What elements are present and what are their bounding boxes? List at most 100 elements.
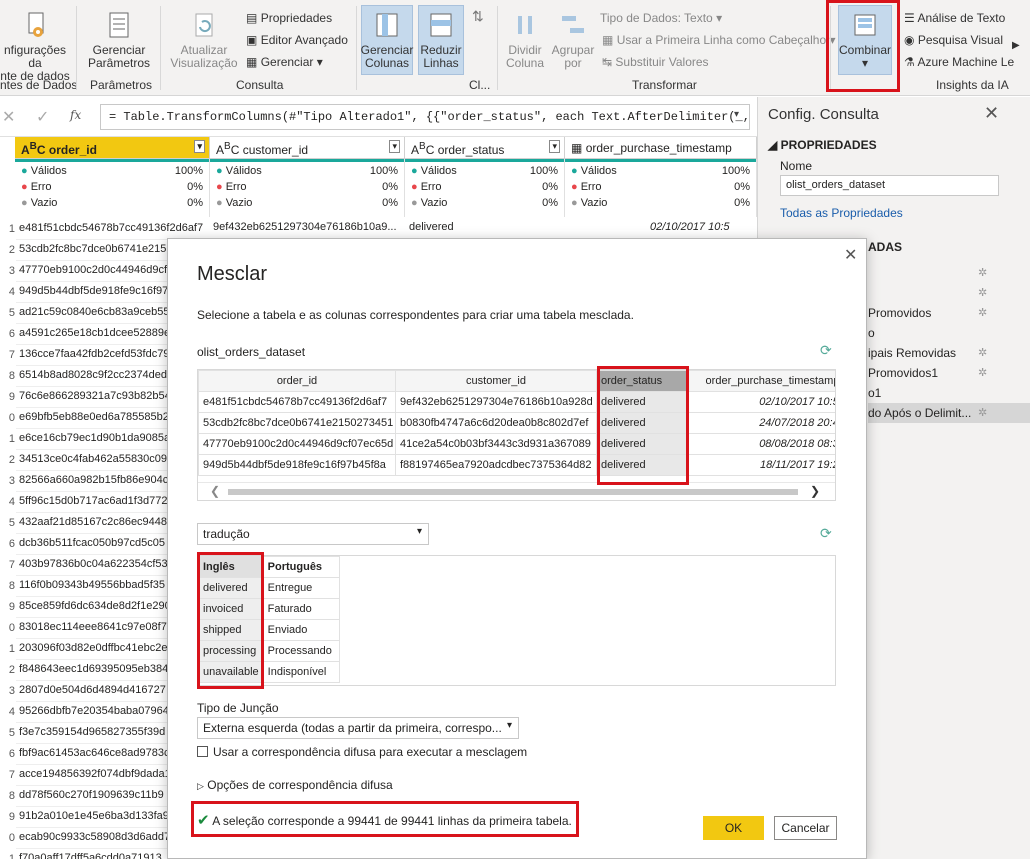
confirm-formula-icon[interactable]: ✓ (36, 107, 49, 127)
scroll-left-icon[interactable]: ❮ (210, 484, 220, 498)
first-table-cell[interactable]: 02/10/2017 10:56:3 (686, 391, 835, 413)
formula-expand-icon[interactable]: ▾ (734, 109, 739, 120)
row-number: 5 (8, 307, 15, 319)
formula-input[interactable]: = Table.TransformColumns(#"Tipo Alterado… (100, 104, 750, 130)
first-table-cell[interactable]: f88197465ea7920adcdbec7375364d82 (395, 454, 597, 476)
manage-parameters-button[interactable]: Gerenciar Parâmetros (80, 10, 158, 70)
second-table-select-value: tradução (203, 527, 250, 541)
panel-title: Config. Consulta (768, 106, 879, 123)
group-by-button[interactable]: Agrupar por (550, 10, 596, 70)
refresh-preview-button[interactable]: Atualizar Visualização (164, 10, 244, 70)
properties-label: Propriedades (260, 11, 333, 25)
second-table-cell[interactable]: Processando (262, 640, 340, 662)
first-table-cell[interactable]: b0830fb4747a6c6d20dea0b8c802d7ef (395, 412, 597, 434)
manage-columns-button[interactable]: Gerenciar Colunas (360, 10, 414, 70)
fuzzy-match-checkbox[interactable] (197, 746, 208, 757)
horizontal-scrollbar[interactable]: ❮ ❯ (198, 482, 835, 500)
text-analytics-button[interactable]: ☰ Análise de Texto (904, 11, 1005, 25)
advanced-editor-button[interactable]: ▣ Editor Avançado (246, 33, 348, 47)
column-header-timestamp[interactable]: ▦ order_purchase_timestamp (565, 137, 757, 159)
refresh-preview-icon[interactable]: ⟳ (820, 342, 832, 359)
column-quality-order-status: ● Válidos 100% ● Erro 0% ● Vazio 0% (405, 159, 565, 217)
column-quality-order-id: ● Válidos 100% ● Erro 0% ● Vazio 0% (15, 159, 210, 217)
ok-button[interactable]: OK (703, 816, 764, 840)
row-number: 2 (8, 664, 15, 676)
split-column-label: Dividir Coluna (505, 43, 545, 70)
applied-step[interactable]: o (868, 323, 998, 343)
column-header-order-status[interactable]: ABC order_status ▾ (405, 137, 565, 159)
step-settings-gear-icon[interactable]: ✲ (978, 366, 987, 379)
order-id-cell[interactable]: e481f51cbdc54678b7cc49136f2d6af7 (16, 218, 210, 240)
first-table-cell[interactable]: 18/11/2017 19:28:0 (686, 454, 835, 476)
row-number: 1 (8, 433, 15, 445)
first-table-cell[interactable]: 41ce2a54c0b03bf3443c3d931a367089 (395, 433, 597, 455)
second-table-preview: Inglês Português delivered Entregue invoiced… (197, 555, 836, 686)
close-dialog-icon[interactable]: ✕ (844, 245, 857, 265)
query-name-input[interactable]: olist_orders_dataset (780, 175, 999, 196)
collapse-icon[interactable]: ◢ (768, 138, 777, 152)
second-table-cell[interactable]: Entregue (262, 577, 340, 599)
data-source-settings-button[interactable]: nfigurações da nte de dados (0, 10, 74, 83)
first-table-header[interactable]: order_id (198, 370, 396, 392)
reduce-rows-button[interactable]: Reduzir Linhas (416, 10, 466, 70)
first-table-header[interactable]: order_purchase_timestamp (686, 370, 835, 392)
scrollbar-thumb[interactable] (228, 489, 798, 495)
column-header-customer-id[interactable]: ABC customer_id ▾ (210, 137, 405, 159)
data-type-dropdown[interactable]: Tipo de Dados: Texto ▾ (600, 11, 722, 25)
first-table-cell[interactable]: 949d5b44dbf5de918fe9c16f97b45f8a (198, 454, 396, 476)
step-settings-gear-icon[interactable]: ✲ (978, 406, 987, 419)
first-row-timestamp[interactable]: 02/10/2017 10:5 (650, 221, 730, 233)
step-settings-gear-icon[interactable]: ✲ (978, 346, 987, 359)
row-number: 9 (8, 391, 15, 403)
azure-ml-button[interactable]: ⚗ Azure Machine Le (904, 55, 1014, 69)
split-column-button[interactable]: Dividir Coluna (500, 10, 550, 70)
properties-header: ◢ PROPRIEDADES (768, 138, 877, 152)
filter-dropdown-icon[interactable]: ▾ (194, 140, 205, 153)
sort-icon[interactable]: ⇅ (472, 8, 484, 25)
column-header-order-id[interactable]: ABC order_id ▾ (15, 137, 210, 159)
cancel-button[interactable]: Cancelar (774, 816, 837, 840)
step-settings-gear-icon[interactable]: ✲ (978, 266, 987, 279)
cancel-formula-icon[interactable]: ✕ (2, 107, 15, 127)
second-table-cell[interactable]: Indisponível (262, 661, 340, 683)
first-table-cell[interactable]: 47770eb9100c2d0c44946d9cf07ec65d (198, 433, 396, 455)
flask-icon: ⚗ (904, 55, 915, 69)
manage-button[interactable]: ▦ Gerenciar ▾ (246, 55, 323, 69)
first-row-header-button[interactable]: ▦ Usar a Primeira Linha como Cabeçalho ▾ (602, 33, 835, 47)
refresh-preview-icon[interactable]: ⟳ (820, 525, 832, 542)
step-settings-gear-icon[interactable]: ✲ (978, 286, 987, 299)
group-parametros: Parâmetros (90, 78, 153, 92)
first-table-header[interactable]: customer_id (395, 370, 597, 392)
column-quality-customer-id: ● Válidos 100% ● Erro 0% ● Vazio 0% (210, 159, 405, 217)
second-table-cell[interactable]: Enviado (262, 619, 340, 641)
all-properties-link[interactable]: Todas as Propriedades (780, 206, 903, 220)
step-settings-gear-icon[interactable]: ✲ (978, 306, 987, 319)
fuzzy-options-expander[interactable]: ▷ Opções de correspondência difusa (197, 778, 393, 792)
applied-step[interactable]: o1 (868, 383, 998, 403)
filter-dropdown-icon[interactable]: ▾ (389, 140, 400, 153)
close-panel-icon[interactable]: ✕ (984, 103, 999, 124)
replace-values-button[interactable]: ↹ Substituir Valores (602, 55, 709, 69)
first-table-cell[interactable]: e481f51cbdc54678b7cc49136f2d6af7 (198, 391, 396, 413)
second-table-header[interactable]: Português (262, 556, 340, 578)
ribbon-scroll-right-icon[interactable]: ▶ (1012, 40, 1020, 51)
first-table-cell[interactable]: 08/08/2018 08:38:4 (686, 433, 835, 455)
fx-icon[interactable]: fx (70, 108, 81, 122)
first-row-order-status[interactable]: delivered (409, 221, 454, 233)
filter-dropdown-icon[interactable]: ▾ (549, 140, 560, 153)
join-type-select[interactable]: Externa esquerda (todas a partir da prim… (197, 717, 519, 739)
properties-icon: ▤ (246, 11, 258, 25)
group-insights: Insights da IA (936, 78, 1009, 92)
applied-step[interactable]: do Após o Delimit... (868, 403, 1030, 423)
second-table-select[interactable]: tradução ▾ (197, 523, 429, 545)
first-table-cell[interactable]: 9ef432eb6251297304e76186b10a928d (395, 391, 597, 413)
first-row-customer-id[interactable]: 9ef432eb6251297304e76186b10a9... (213, 221, 397, 233)
scroll-right-icon[interactable]: ❯ (810, 484, 820, 498)
properties-button[interactable]: ▤ Propriedades (246, 11, 332, 25)
first-table-cell[interactable]: 53cdb2fc8bc7dce0b6741e2150273451 (198, 412, 396, 434)
first-table-cell[interactable]: 24/07/2018 20:41:3 (686, 412, 835, 434)
dialog-title: Mesclar (197, 263, 268, 285)
fuzzy-match-checkbox-row[interactable]: Usar a correspondência difusa para execu… (197, 745, 527, 759)
second-table-cell[interactable]: Faturado (262, 598, 340, 620)
visual-search-button[interactable]: ◉ Pesquisa Visual (904, 33, 1003, 47)
